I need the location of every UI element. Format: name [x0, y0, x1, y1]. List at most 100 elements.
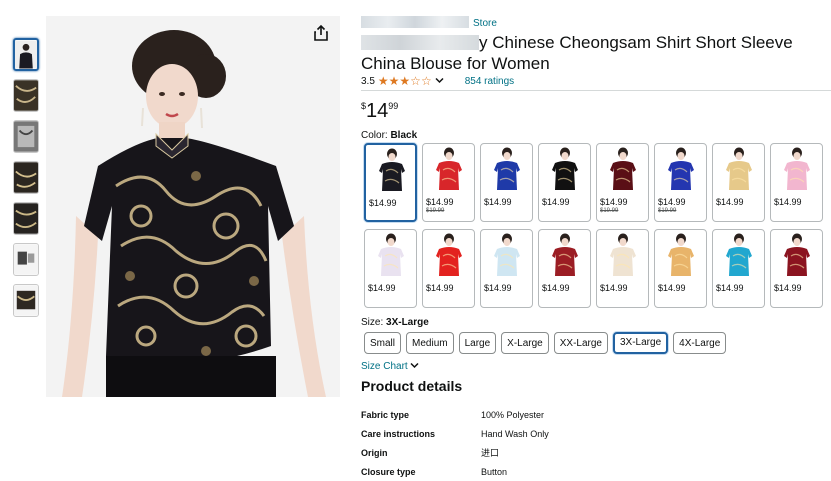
color-swatch[interactable]: $14.99 $19.99 — [596, 143, 649, 222]
color-swatch-grid: $14.99 $14.99 $19.99 $14.99 $14.99 $14.99 $19.… — [364, 143, 829, 308]
price-fraction: 99 — [388, 101, 399, 111]
swatch-old-price: $19.99 — [658, 208, 677, 214]
swatch-price: $14.99 — [658, 283, 686, 293]
divider — [361, 90, 831, 91]
rating-count-link[interactable]: 854 ratings — [465, 76, 514, 87]
size-option-button[interactable]: Large — [458, 332, 497, 354]
product-details-table: Fabric type 100% Polyester Care instructio… — [361, 405, 549, 481]
chevron-down-icon[interactable] — [435, 76, 444, 87]
thumbnail-2[interactable] — [13, 79, 39, 112]
detail-key: Fabric type — [361, 409, 410, 420]
size-options: Small Medium Large X-Large XX-Large 3X-Large 4… — [364, 332, 727, 354]
detail-row: Closure type Button — [361, 462, 549, 481]
size-option-button[interactable]: Medium — [406, 332, 454, 354]
color-swatch[interactable]: $14.99 $19.99 — [654, 143, 707, 222]
swatch-price: $14.99 — [716, 283, 744, 293]
color-swatch[interactable]: $14.99 — [596, 229, 649, 308]
color-label: Color: Black — [361, 130, 417, 141]
swatch-price: $14.99 — [600, 197, 628, 207]
star-rating-icon[interactable]: ★★★☆☆ — [378, 74, 432, 88]
share-icon[interactable] — [312, 24, 330, 42]
swatch-image — [610, 233, 636, 276]
swatch-price: $14.99 — [426, 283, 454, 293]
swatch-image — [494, 233, 520, 276]
color-swatch[interactable]: $14.99 — [712, 143, 765, 222]
detail-row: Care instructions Hand Wash Only — [361, 424, 549, 443]
size-label: Size: 3X-Large — [361, 317, 429, 328]
thumbnail-1[interactable] — [13, 38, 39, 71]
thumbnail-4[interactable] — [13, 161, 39, 194]
swatch-image — [726, 147, 752, 190]
swatch-price: $14.99 — [600, 283, 628, 293]
swatch-image — [784, 147, 810, 190]
swatch-price: $14.99 — [716, 197, 744, 207]
size-option-button[interactable]: Small — [364, 332, 402, 354]
title-redacted — [361, 35, 479, 50]
thumbnail-5[interactable] — [13, 202, 39, 235]
swatch-price: $14.99 — [542, 197, 570, 207]
swatch-image — [610, 147, 636, 190]
store-link[interactable]: Store — [361, 16, 497, 29]
swatch-image — [552, 147, 578, 190]
size-option-button[interactable]: XX-Large — [553, 332, 608, 354]
swatch-image — [668, 147, 694, 190]
color-swatch[interactable]: $14.99 $19.99 — [422, 143, 475, 222]
swatch-image — [668, 233, 694, 276]
product-title: y Chinese Cheongsam Shirt Short Sleeve C… — [361, 32, 826, 74]
size-option-button[interactable]: X-Large — [501, 332, 549, 354]
thumbnail-3[interactable] — [13, 120, 39, 153]
size-label-value: 3X-Large — [386, 317, 429, 328]
swatch-old-price: $19.99 — [426, 208, 445, 214]
rating-row: 3.5 ★★★☆☆ 854 ratings — [361, 74, 514, 88]
detail-row: Fabric type 100% Polyester — [361, 405, 549, 424]
swatch-price: $14.99 — [484, 197, 512, 207]
swatch-price: $14.99 — [368, 283, 396, 293]
swatch-price: $14.99 — [658, 197, 686, 207]
detail-key: Origin — [361, 447, 388, 458]
swatch-image — [552, 233, 578, 276]
size-option-button[interactable]: 3X-Large — [613, 332, 669, 354]
swatch-price: $14.99 — [484, 283, 512, 293]
color-swatch[interactable]: $14.99 — [654, 229, 707, 308]
color-swatch[interactable]: $14.99 — [480, 143, 533, 222]
size-label-prefix: Size: — [361, 317, 387, 328]
size-chart-label: Size Chart — [361, 361, 408, 372]
price: $1499 — [361, 100, 398, 123]
swatch-image — [726, 233, 752, 276]
swatch-price: $14.99 — [369, 198, 397, 208]
swatch-image — [436, 233, 462, 276]
product-details-heading: Product details — [361, 378, 463, 394]
color-swatch[interactable]: $14.99 — [538, 229, 591, 308]
swatch-old-price: $19.99 — [600, 208, 619, 214]
color-swatch[interactable]: $14.99 — [770, 143, 823, 222]
swatch-image — [784, 233, 810, 276]
color-swatch[interactable]: $14.99 — [422, 229, 475, 308]
rating-value: 3.5 — [361, 75, 375, 87]
detail-row: Origin 进口 — [361, 443, 549, 462]
price-whole: 14 — [366, 100, 389, 122]
detail-key: Closure type — [361, 466, 416, 477]
size-option-button[interactable]: 4X-Large — [673, 332, 727, 354]
swatch-image — [436, 147, 462, 190]
detail-value: Hand Wash Only — [481, 428, 549, 439]
detail-value: 100% Polyester — [481, 409, 545, 420]
thumbnail-7[interactable] — [13, 284, 39, 317]
thumbnail-strip — [13, 38, 43, 325]
detail-value: 进口 — [481, 448, 500, 458]
color-swatch[interactable]: $14.99 — [770, 229, 823, 308]
color-swatch[interactable]: $14.99 — [364, 143, 417, 222]
store-suffix: Store — [473, 18, 497, 29]
color-swatch[interactable]: $14.99 — [364, 229, 417, 308]
swatch-price: $14.99 — [774, 197, 802, 207]
thumbnail-6[interactable] — [13, 243, 39, 276]
chevron-down-icon — [410, 362, 419, 369]
color-swatch[interactable]: $14.99 — [480, 229, 533, 308]
color-label-value: Black — [390, 130, 418, 141]
color-swatch[interactable]: $14.99 — [712, 229, 765, 308]
swatch-price: $14.99 — [542, 283, 570, 293]
size-chart-link[interactable]: Size Chart — [361, 361, 419, 372]
swatch-image — [378, 233, 404, 276]
color-swatch[interactable]: $14.99 — [538, 143, 591, 222]
swatch-price: $14.99 — [426, 197, 454, 207]
main-product-image[interactable] — [46, 16, 340, 397]
